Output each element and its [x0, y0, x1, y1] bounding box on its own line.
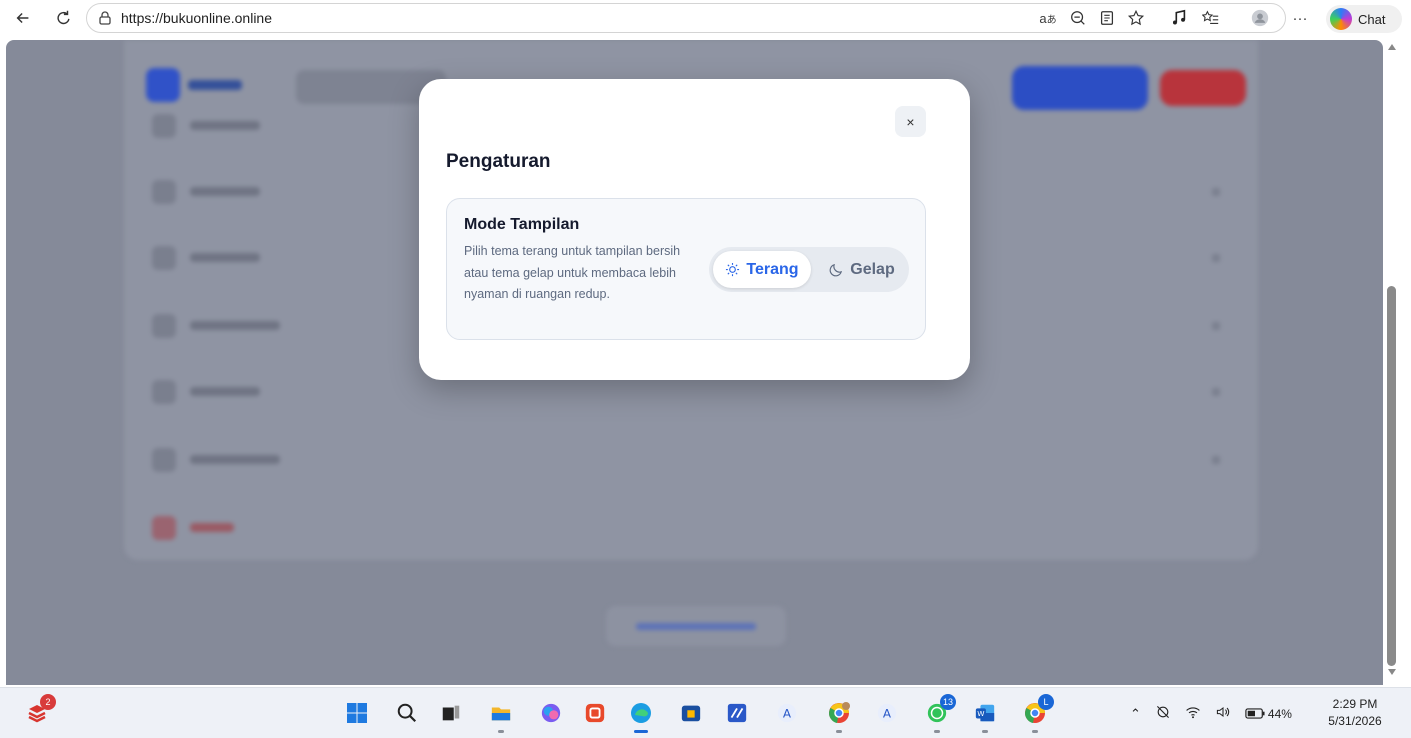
app-a2-icon[interactable]: A — [874, 700, 900, 726]
favorites-bar-icon[interactable] — [1200, 4, 1222, 32]
widgets-icon[interactable]: 2 — [24, 694, 56, 726]
modal-title: Pengaturan — [446, 151, 551, 172]
url-text: https://bukuonline.online — [121, 10, 272, 26]
whatsapp-icon[interactable]: 13 — [924, 694, 956, 733]
background-danger-button — [1160, 70, 1246, 106]
sun-icon — [725, 262, 740, 277]
battery-indicator[interactable]: 44% — [1245, 707, 1292, 721]
close-button[interactable]: × — [895, 106, 926, 137]
copilot-chat-button[interactable]: Chat — [1326, 5, 1402, 33]
refresh-icon[interactable] — [50, 4, 76, 32]
scroll-thumb[interactable] — [1387, 286, 1396, 666]
display-mode-description: Pilih tema terang untuk tampilan bersih … — [464, 244, 681, 301]
active-indicator — [634, 730, 648, 733]
display-mode-title: Mode Tampilan — [464, 216, 580, 233]
svg-text:A: A — [883, 707, 892, 721]
dark-theme-option[interactable]: Gelap — [819, 251, 905, 288]
running-indicator — [934, 730, 940, 733]
widgets-badge: 2 — [40, 694, 56, 710]
moon-icon — [829, 262, 844, 277]
light-theme-label: Terang — [746, 260, 799, 278]
running-indicator — [498, 730, 504, 733]
sync-off-icon[interactable] — [1155, 704, 1171, 723]
lock-icon[interactable] — [97, 10, 113, 26]
start-icon[interactable] — [344, 700, 370, 726]
screen: https://bukuonline.online aあ ··· Chat × … — [0, 0, 1411, 738]
background-menu-row — [140, 508, 1240, 548]
browser-toolbar: https://bukuonline.online aあ ··· Chat — [0, 0, 1411, 38]
read-aloud-icon[interactable]: aあ — [1037, 4, 1059, 32]
chrome-profile-badge: L — [1038, 694, 1054, 710]
settings-modal: × Pengaturan Mode Tampilan Pilih tema te… — [419, 79, 970, 380]
chrome-profile-icon[interactable] — [826, 700, 852, 733]
system-tray: ⌃ 44% — [1130, 688, 1292, 738]
dark-theme-label: Gelap — [850, 260, 895, 278]
task-view-icon[interactable] — [438, 700, 464, 726]
background-primary-button — [1012, 66, 1148, 110]
profile-icon[interactable] — [1248, 4, 1272, 32]
background-menu-row — [140, 440, 1240, 480]
music-icon[interactable] — [1168, 4, 1190, 32]
running-indicator — [1032, 730, 1038, 733]
light-theme-option[interactable]: Terang — [713, 251, 811, 288]
office-icon[interactable] — [582, 700, 608, 726]
favorite-icon[interactable] — [1125, 4, 1147, 32]
scroll-down-icon[interactable] — [1388, 669, 1396, 675]
clock-date: 5/31/2026 — [1328, 714, 1382, 728]
clock-time: 2:29 PM — [1332, 697, 1378, 711]
scroll-up-icon[interactable] — [1388, 44, 1396, 50]
more-icon[interactable]: ··· — [1290, 4, 1310, 32]
svg-text:W: W — [977, 709, 984, 718]
taskbar: 2 A A 13 W L ⌃ 44% 2:29 PM 5/31/2026 — [0, 687, 1411, 738]
word-icon[interactable]: W — [972, 700, 998, 733]
back-icon[interactable] — [10, 4, 36, 32]
store-icon[interactable] — [678, 700, 704, 726]
visual-studio-icon[interactable] — [724, 700, 750, 726]
copilot-icon — [1330, 8, 1352, 30]
volume-icon[interactable] — [1215, 704, 1231, 723]
running-indicator — [836, 730, 842, 733]
svg-text:A: A — [783, 707, 792, 721]
background-bottom-button — [606, 606, 786, 646]
app-a-icon[interactable]: A — [774, 700, 800, 726]
battery-percentage: 44% — [1267, 706, 1292, 721]
background-logo-text — [188, 80, 242, 90]
page-scrollbar[interactable] — [1383, 40, 1401, 685]
running-indicator — [982, 730, 988, 733]
wifi-icon[interactable] — [1185, 704, 1201, 723]
display-mode-panel: Mode Tampilan Pilih tema terang untuk ta… — [446, 198, 926, 340]
search-icon[interactable] — [394, 700, 420, 726]
edge-icon[interactable] — [628, 700, 654, 733]
zoom-out-icon[interactable] — [1067, 4, 1089, 32]
theme-toggle: Terang Gelap — [709, 247, 909, 292]
chrome-icon[interactable]: L — [1022, 694, 1054, 733]
copilot-app-icon[interactable] — [538, 700, 564, 726]
chat-label: Chat — [1358, 11, 1386, 27]
whatsapp-badge: 13 — [939, 694, 956, 710]
chevron-up-icon[interactable]: ⌃ — [1130, 706, 1141, 722]
background-logo — [146, 68, 180, 102]
reader-mode-icon[interactable] — [1096, 4, 1118, 32]
file-explorer-icon[interactable] — [488, 700, 514, 733]
battery-icon — [1245, 708, 1265, 719]
clock[interactable]: 2:29 PM 5/31/2026 — [1320, 696, 1390, 730]
